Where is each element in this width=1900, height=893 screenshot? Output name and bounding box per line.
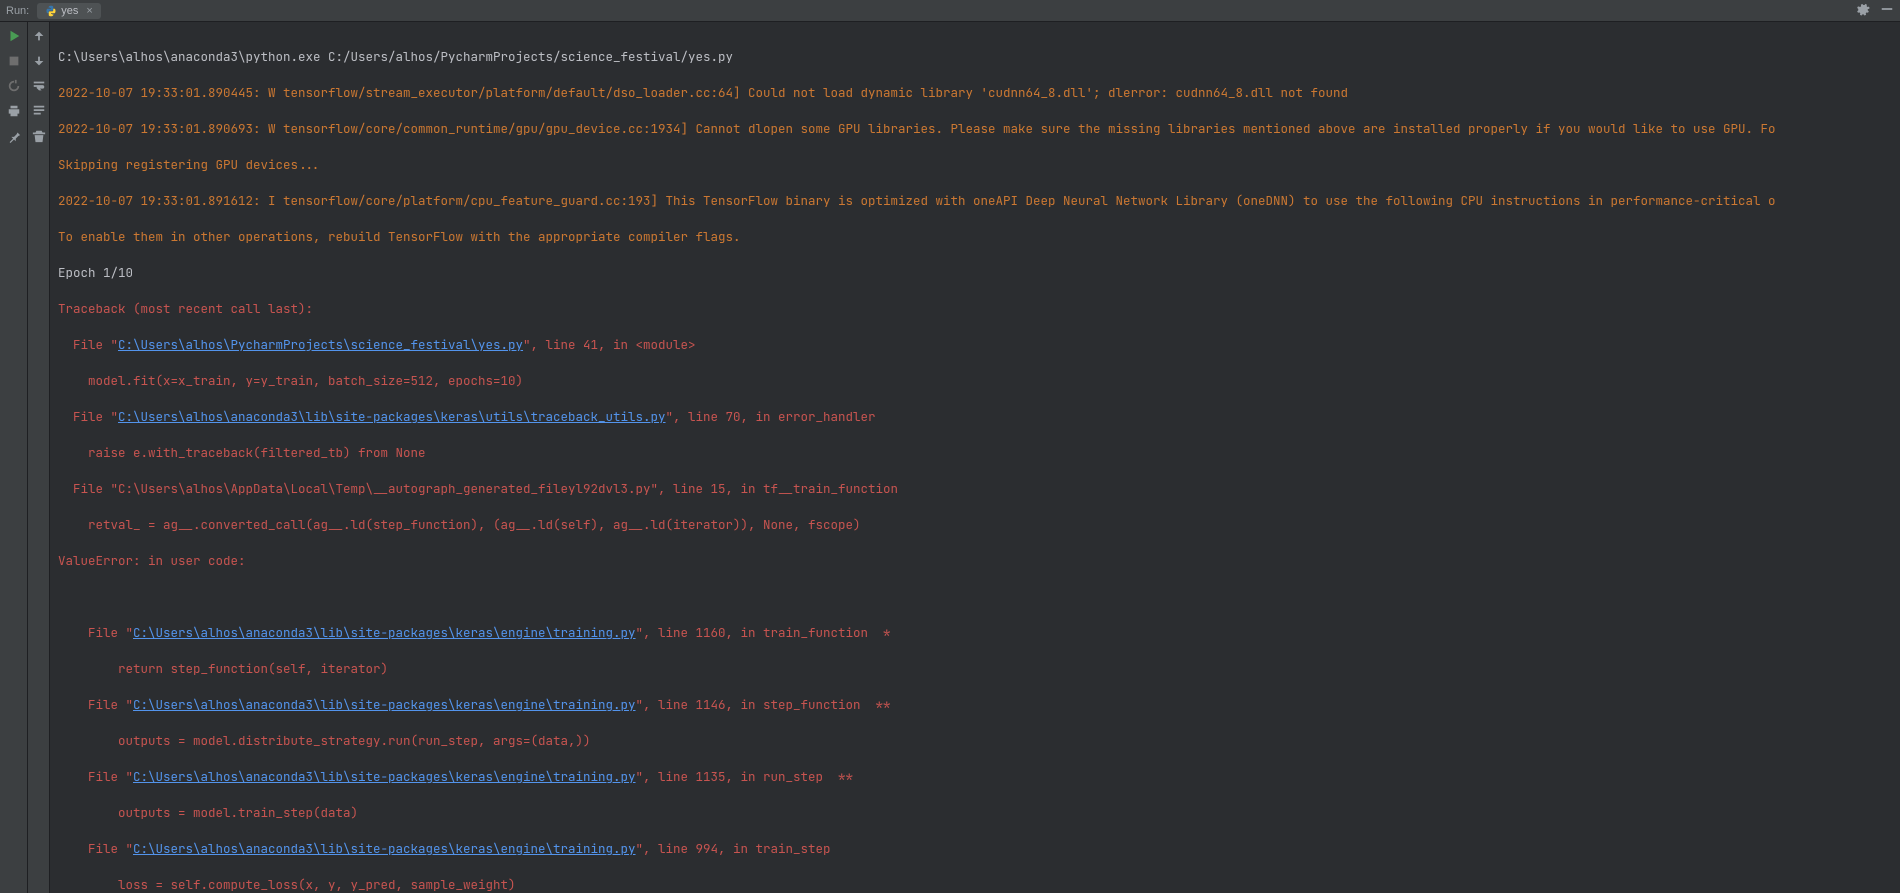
traceback-code: retval_ = ag__.converted_call(ag__.ld(st… [58, 516, 1900, 534]
console-output[interactable]: C:\Users\alhos\anaconda3\python.exe C:/U… [50, 22, 1900, 893]
blank-line [58, 588, 1900, 606]
log-warning: 2022-10-07 19:33:01.890693: W tensorflow… [58, 120, 1900, 138]
traceback-code: loss = self.compute_loss(x, y, y_pred, s… [58, 876, 1900, 893]
tab-label: yes [61, 5, 78, 17]
traceback-code: model.fit(x=x_train, y=y_train, batch_si… [58, 372, 1900, 390]
file-link[interactable]: C:\Users\alhos\PycharmProjects\science_f… [118, 336, 523, 353]
file-link[interactable]: C:\Users\alhos\anaconda3\lib\site-packag… [133, 624, 636, 641]
python-icon [45, 5, 57, 17]
run-label: Run: [6, 5, 29, 17]
stop-icon[interactable] [6, 53, 21, 68]
traceback-code: outputs = model.train_step(data) [58, 804, 1900, 822]
traceback-frame: File "C:\Users\alhos\anaconda3\lib\site-… [58, 768, 1900, 786]
traceback-code: raise e.with_traceback(filtered_tb) from… [58, 444, 1900, 462]
file-link[interactable]: C:\Users\alhos\anaconda3\lib\site-packag… [133, 840, 636, 857]
soft-wrap-icon[interactable] [31, 78, 46, 93]
down-icon[interactable] [31, 53, 46, 68]
run-tab-bar: Run: yes × [0, 0, 1900, 22]
traceback-frame: File "C:\Users\alhos\PycharmProjects\sci… [58, 336, 1900, 354]
traceback-code: outputs = model.distribute_strategy.run(… [58, 732, 1900, 750]
tab-close-icon[interactable]: × [86, 5, 92, 17]
print-icon[interactable] [6, 103, 21, 118]
traceback-frame: File "C:\Users\alhos\anaconda3\lib\site-… [58, 696, 1900, 714]
rerun-icon[interactable] [6, 28, 21, 43]
traceback-header: Traceback (most recent call last): [58, 300, 1900, 318]
traceback-frame: File "C:\Users\alhos\anaconda3\lib\site-… [58, 840, 1900, 858]
up-icon[interactable] [31, 28, 46, 43]
run-tab-yes[interactable]: yes × [37, 3, 101, 19]
value-error-header: ValueError: in user code: [58, 552, 1900, 570]
traceback-frame: File "C:\Users\alhos\anaconda3\lib\site-… [58, 624, 1900, 642]
file-link[interactable]: C:\Users\alhos\anaconda3\lib\site-packag… [133, 696, 636, 713]
log-info: 2022-10-07 19:33:01.891612: I tensorflow… [58, 192, 1900, 210]
scroll-to-end-icon[interactable] [31, 103, 46, 118]
trash-icon[interactable] [31, 128, 46, 143]
restart-icon[interactable] [6, 78, 21, 93]
traceback-frame: File "C:\Users\alhos\AppData\Local\Temp\… [58, 480, 1900, 498]
file-link[interactable]: C:\Users\alhos\anaconda3\lib\site-packag… [133, 768, 636, 785]
traceback-code: return step_function(self, iterator) [58, 660, 1900, 678]
minimize-icon[interactable] [1880, 2, 1894, 20]
run-toolbar-secondary [28, 22, 50, 893]
command-line: C:\Users\alhos\anaconda3\python.exe C:/U… [58, 48, 1900, 66]
pin-icon[interactable] [6, 128, 21, 143]
traceback-frame: File "C:\Users\alhos\anaconda3\lib\site-… [58, 408, 1900, 426]
log-info: To enable them in other operations, rebu… [58, 228, 1900, 246]
log-warning: 2022-10-07 19:33:01.890445: W tensorflow… [58, 84, 1900, 102]
gear-icon[interactable] [1856, 2, 1870, 20]
log-warning: Skipping registering GPU devices... [58, 156, 1900, 174]
run-toolbar-primary [0, 22, 28, 893]
file-link[interactable]: C:\Users\alhos\anaconda3\lib\site-packag… [118, 408, 666, 425]
epoch-line: Epoch 1/10 [58, 264, 1900, 282]
